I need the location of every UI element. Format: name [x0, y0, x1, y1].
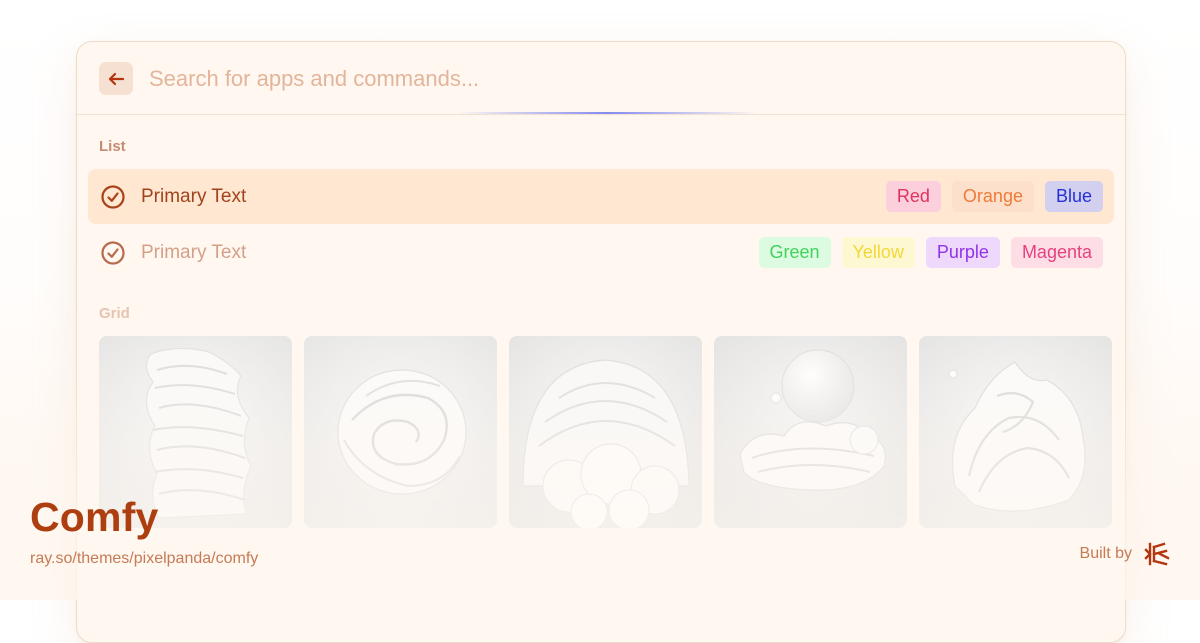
list-item-title: Primary Text — [141, 242, 247, 263]
grid-item[interactable] — [509, 336, 702, 528]
search-bar — [77, 42, 1125, 115]
check-circle-icon — [101, 241, 125, 265]
tag-blue: Blue — [1044, 181, 1103, 212]
tag-yellow: Yellow — [841, 237, 915, 268]
tag-green: Green — [758, 237, 831, 268]
tag-orange: Orange — [951, 181, 1034, 212]
check-circle-icon — [101, 185, 125, 209]
list-item[interactable]: Primary Text Red Orange Blue — [88, 169, 1114, 224]
grid-item[interactable] — [714, 336, 907, 528]
section-label-list: List — [99, 138, 126, 155]
dome-clouds-image — [509, 336, 702, 528]
tag-magenta: Magenta — [1010, 237, 1103, 268]
list-item[interactable]: Primary Text Green Yellow Purple Magenta — [88, 225, 1114, 280]
swirl-image — [304, 336, 497, 528]
moon-clouds-image — [714, 336, 907, 528]
loading-indicator — [457, 112, 757, 114]
arrow-left-icon — [108, 72, 125, 85]
search-input[interactable] — [147, 60, 911, 98]
theme-title: Comfy — [30, 494, 159, 540]
flame-image — [919, 336, 1112, 528]
built-by: Built by — [1080, 541, 1170, 567]
back-button[interactable] — [99, 62, 133, 95]
tag-group: Red Orange Blue — [885, 181, 1103, 212]
section-label-grid: Grid — [99, 305, 130, 322]
tag-group: Green Yellow Purple Magenta — [758, 237, 1103, 268]
built-by-label: Built by — [1079, 545, 1132, 562]
grid-item[interactable] — [919, 336, 1112, 528]
theme-url-link[interactable]: ray.so/themes/pixelpanda/comfy — [30, 550, 258, 568]
tag-red: Red — [885, 181, 941, 212]
grid-item[interactable] — [304, 336, 497, 528]
list-item-title: Primary Text — [141, 186, 247, 207]
pixelpanda-logo-icon[interactable] — [1144, 541, 1170, 567]
tag-purple: Purple — [925, 237, 1000, 268]
image-grid — [99, 336, 1112, 528]
